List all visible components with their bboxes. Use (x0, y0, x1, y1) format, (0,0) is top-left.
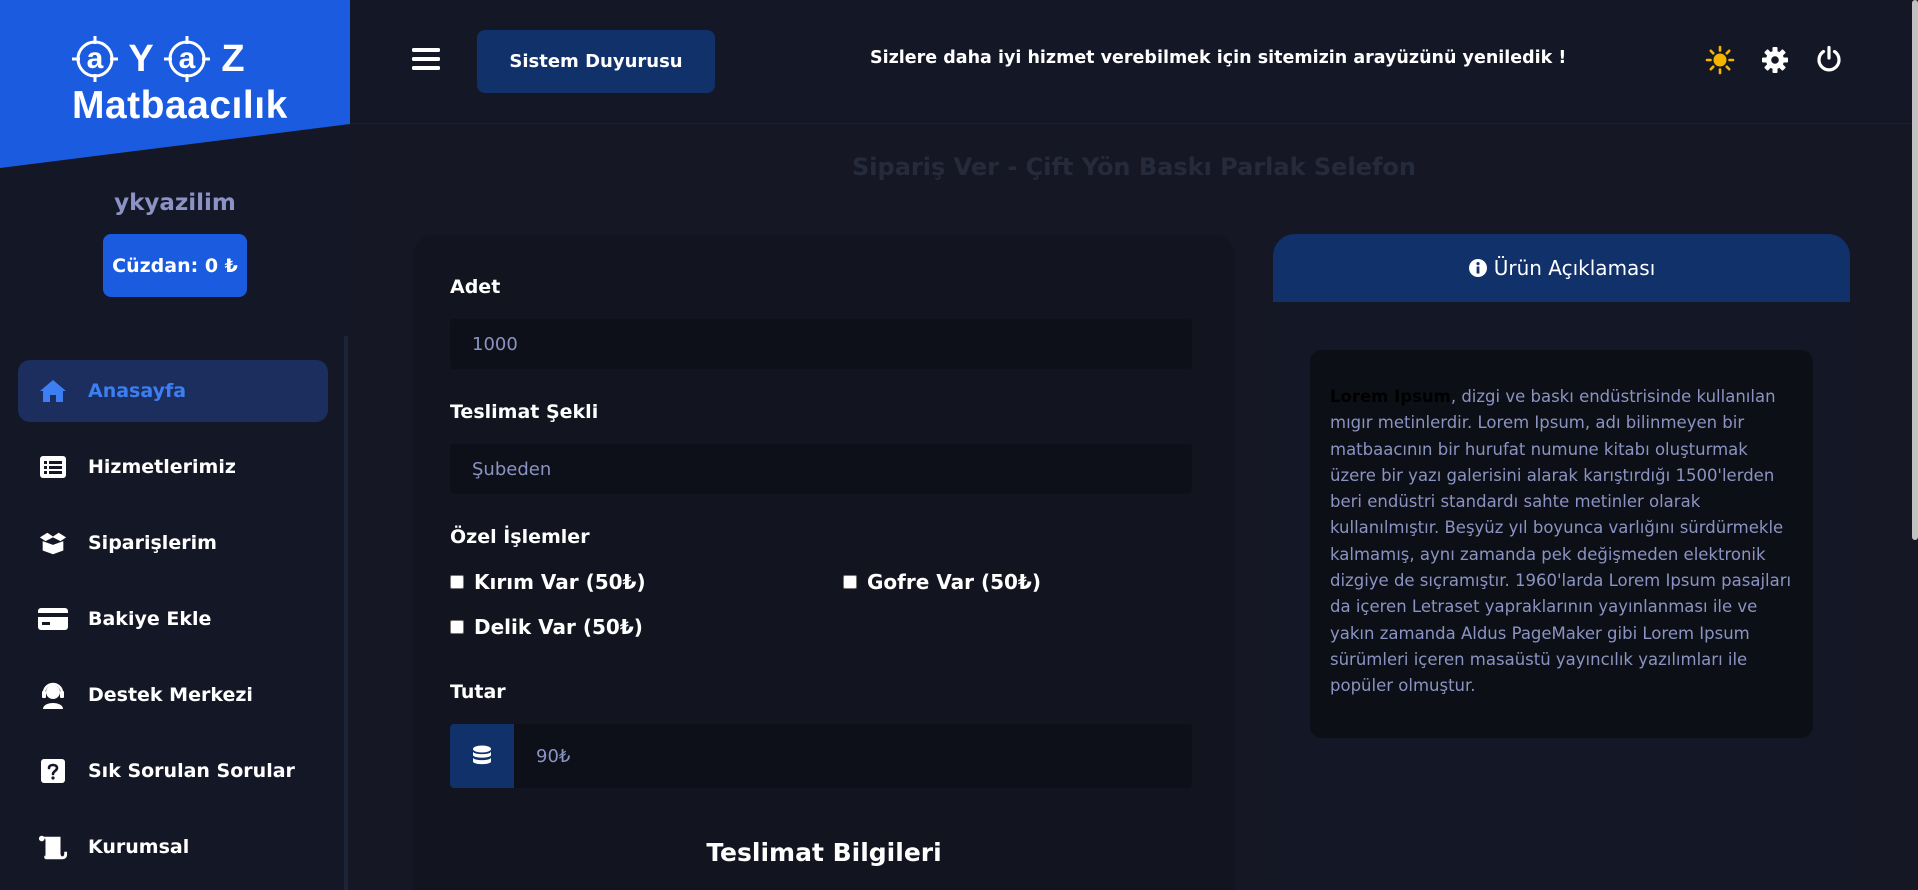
headset-icon (38, 680, 68, 710)
special-operations-label: Özel İşlemler (450, 526, 590, 548)
delivery-method-label: Teslimat Şekli (450, 401, 599, 423)
info-icon (1468, 259, 1487, 277)
sidebar-item-support[interactable]: Destek Merkezi (18, 664, 328, 726)
logo-letter-y: Y (128, 37, 154, 80)
sidebar-item-faq[interactable]: Sık Sorulan Sorular (18, 740, 328, 802)
sidebar-item-label: Kurumsal (88, 836, 190, 858)
checkbox-label: Delik Var (50₺) (474, 615, 643, 639)
question-icon (38, 756, 68, 786)
username: ykyazilim (114, 190, 236, 216)
delivery-info-title: Teslimat Bilgileri (706, 838, 942, 867)
logo: a Y a Z Matbaacılık (72, 34, 288, 129)
quantity-field[interactable]: 1000 (450, 319, 1192, 369)
scrollbar-thumb[interactable] (1912, 0, 1918, 540)
power-icon[interactable] (1815, 45, 1843, 73)
gear-icon[interactable] (1761, 46, 1789, 74)
page-title: Sipariş Ver - Çift Yön Baskı Parlak Sele… (852, 153, 1416, 181)
description-header-label: Ürün Açıklaması (1493, 256, 1656, 280)
sun-icon[interactable] (1705, 45, 1735, 75)
logo-letter-a-circle: a (72, 36, 118, 82)
description-bold-lead: Lorem Ipsum (1330, 387, 1451, 406)
sidebar-item-label: Sık Sorulan Sorular (88, 760, 295, 782)
topbar: Sistem Duyurusu Sizlere daha iyi hizmet … (350, 0, 1918, 124)
description-text: Lorem Ipsum, dizgi ve baskı endüstrisind… (1310, 350, 1813, 738)
sidebar-scrollbar[interactable] (344, 336, 348, 890)
description-header: Ürün Açıklaması (1273, 234, 1850, 302)
scroll-icon (38, 832, 68, 862)
page-scrollbar[interactable] (1912, 0, 1918, 890)
sidebar-item-label: Siparişlerim (88, 532, 217, 554)
checkbox-label: Kırım Var (50₺) (474, 570, 646, 594)
system-announcement-button[interactable]: Sistem Duyurusu (477, 30, 715, 93)
sidebar-item-add-balance[interactable]: Bakiye Ekle (18, 588, 328, 650)
hamburger-menu-icon[interactable] (410, 44, 442, 74)
sidebar-item-corporate[interactable]: Kurumsal (18, 816, 328, 878)
delivery-method-select[interactable]: Şubeden (450, 444, 1192, 494)
sidebar-item-home[interactable]: Anasayfa (18, 360, 328, 422)
sidebar-item-label: Anasayfa (88, 380, 187, 402)
sidebar-item-label: Bakiye Ekle (88, 608, 212, 630)
quantity-label: Adet (450, 276, 501, 298)
logo-subtitle: Matbaacılık (72, 84, 288, 127)
sidebar-item-label: Hizmetlerimiz (88, 456, 236, 478)
amount-label: Tutar (450, 681, 506, 703)
checkbox-label: Gofre Var (50₺) (867, 570, 1041, 594)
sidebar-item-services[interactable]: Hizmetlerimiz (18, 436, 328, 498)
sidebar-item-orders[interactable]: Siparişlerim (18, 512, 328, 574)
sidebar-item-label: Destek Merkezi (88, 684, 253, 706)
checkbox-box[interactable] (450, 620, 464, 634)
description-body: , dizgi ve baskı endüstrisinde kullanıla… (1330, 387, 1792, 696)
wallet-button[interactable]: Cüzdan: 0 ₺ (103, 234, 247, 297)
home-icon (38, 376, 68, 406)
credit-card-icon (38, 604, 68, 634)
order-form-card: Adet 1000 Teslimat Şekli Şubeden Özel İş… (413, 234, 1235, 890)
option-emboss-checkbox[interactable]: Gofre Var (50₺) (843, 570, 1041, 594)
checkbox-box[interactable] (843, 575, 857, 589)
amount-field: 90₺ (514, 724, 1192, 788)
announcement-text: Sizlere daha iyi hizmet verebilmek için … (870, 48, 1567, 68)
product-description-card: Ürün Açıklaması Lorem Ipsum, dizgi ve ba… (1273, 234, 1850, 890)
sidebar: a Y a Z Matbaacılık ykyazilim Cüzdan: 0 … (0, 0, 350, 890)
checkbox-box[interactable] (450, 575, 464, 589)
logo-letter-a-circle-2: a (164, 36, 210, 82)
box-icon (38, 528, 68, 558)
option-hole-checkbox[interactable]: Delik Var (50₺) (450, 615, 643, 639)
logo-area[interactable]: a Y a Z Matbaacılık (0, 0, 350, 168)
list-icon (38, 452, 68, 482)
database-icon (450, 724, 514, 788)
logo-letter-z: Z (221, 37, 245, 80)
option-crease-checkbox[interactable]: Kırım Var (50₺) (450, 570, 646, 594)
